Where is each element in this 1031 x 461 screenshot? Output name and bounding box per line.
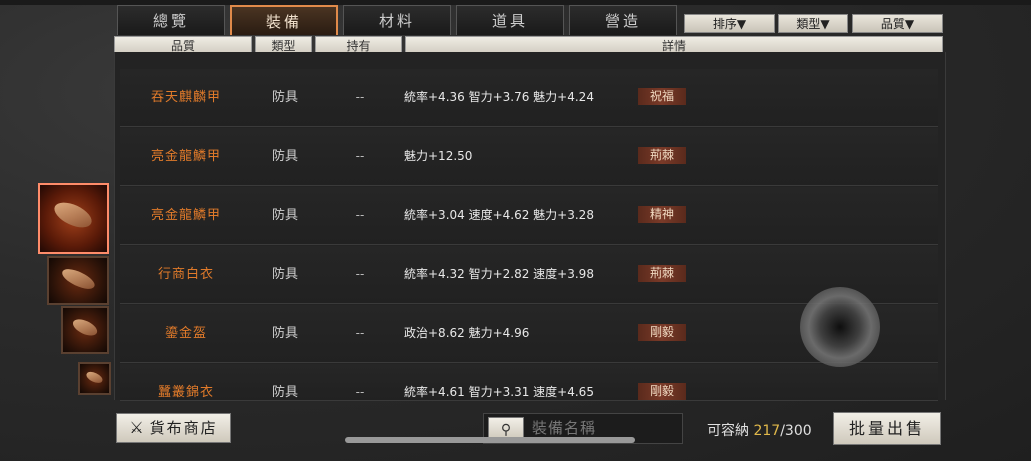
tab-construction[interactable]: 營造 (569, 5, 677, 35)
tab-items[interactable]: 道具 (456, 5, 564, 35)
item-preview-thumbnail[interactable] (38, 183, 109, 254)
item-type: 防具 (271, 90, 298, 105)
tab-overview[interactable]: 總覽 (117, 5, 225, 35)
table-row[interactable]: 亮金龍鱗甲 防具 -- 魅力+12.50 荊棘 (120, 128, 938, 186)
equipment-icon (70, 316, 100, 340)
item-type: 防具 (271, 326, 298, 341)
item-owned: -- (355, 149, 365, 163)
item-name: 行商白衣 (157, 267, 214, 282)
table-row[interactable]: 亮金龍鱗甲 防具 -- 統率+3.04 速度+4.62 魅力+3.28 精神 (120, 187, 938, 245)
item-owned: -- (355, 326, 365, 340)
magnifier-icon: ⚲ (500, 422, 512, 438)
item-stats: 魅力+12.50 (404, 149, 473, 163)
horizontal-scrollbar[interactable] (345, 437, 635, 443)
quality-dropdown[interactable]: 品質▼ (852, 14, 943, 33)
table-row[interactable]: 蠶叢錦衣 防具 -- 統率+4.61 智力+3.31 速度+4.65 剛毅 (120, 364, 938, 401)
table-row[interactable]: 吞天麒麟甲 防具 -- 統率+4.36 智力+3.76 魅力+4.24 祝福 (120, 69, 938, 127)
item-preview-thumbnail[interactable] (78, 362, 111, 395)
item-name: 亮金龍鱗甲 (150, 208, 221, 223)
item-preview-thumbnail[interactable] (47, 256, 109, 305)
bulk-sell-button[interactable]: 批量出售 (833, 412, 941, 445)
item-stats: 政治+8.62 魅力+4.96 (404, 326, 530, 340)
item-name: 吞天麒麟甲 (150, 90, 221, 105)
item-owned: -- (355, 90, 365, 104)
item-stats: 統率+4.61 智力+3.31 速度+4.65 (404, 385, 594, 399)
trait-badge: 荊棘 (638, 147, 687, 164)
trait-badge: 荊棘 (638, 265, 687, 282)
item-stats: 統率+4.36 智力+3.76 魅力+4.24 (404, 90, 594, 104)
item-type: 防具 (271, 149, 298, 164)
sort-dropdown[interactable]: 排序▼ (684, 14, 775, 33)
currency-shop-label: 貨布商店 (149, 419, 218, 437)
type-dropdown[interactable]: 類型▼ (778, 14, 848, 33)
trait-badge: 祝福 (638, 88, 687, 105)
capacity-display: 可容納 217/300 (707, 420, 812, 440)
trait-badge: 剛毅 (638, 324, 687, 341)
item-name: 亮金龍鱗甲 (150, 149, 221, 164)
tab-equipment[interactable]: 裝備 (230, 5, 338, 35)
item-owned: -- (355, 267, 365, 281)
item-stats: 統率+4.32 智力+2.82 速度+3.98 (404, 267, 594, 281)
tab-materials[interactable]: 材料 (343, 5, 451, 35)
trait-badge: 精神 (638, 206, 687, 223)
trait-badge: 剛毅 (638, 383, 687, 400)
virtual-joystick[interactable] (800, 287, 880, 367)
currency-shop-button[interactable]: ⚔ 貨布商店 (116, 413, 231, 443)
equipment-icon (51, 197, 96, 233)
item-stats: 統率+3.04 速度+4.62 魅力+3.28 (404, 208, 594, 222)
equipment-icon (59, 264, 97, 292)
capacity-max: 300 (784, 423, 812, 439)
equipment-icon (84, 369, 105, 385)
item-name: 鎏金盔 (164, 326, 207, 341)
item-owned: -- (355, 385, 365, 399)
item-type: 防具 (271, 208, 298, 223)
item-preview-thumbnail[interactable] (61, 306, 109, 354)
item-type: 防具 (271, 267, 298, 282)
capacity-label: 可容納 (707, 423, 749, 439)
capacity-current: 217 (753, 423, 781, 439)
item-type: 防具 (271, 385, 298, 400)
item-name: 蠶叢錦衣 (157, 385, 214, 400)
item-owned: -- (355, 208, 365, 222)
sword-icon: ⚔ (129, 418, 146, 437)
